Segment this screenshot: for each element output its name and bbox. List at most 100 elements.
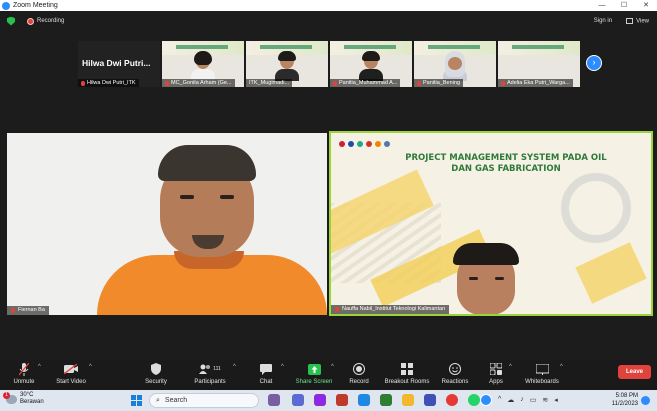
window-title: Zoom Meeting: [13, 2, 58, 9]
apps-label: Apps: [489, 379, 503, 385]
zoom-window: Zoom Meeting — ☐ ✕ Recording Sign in Vie…: [0, 0, 657, 411]
whiteboards-button[interactable]: Whiteboards: [522, 360, 562, 390]
video-off-icon: [64, 362, 78, 376]
participant-label: Adelia Eka Putri_Warga...: [498, 79, 573, 87]
close-button[interactable]: ✕: [635, 0, 657, 11]
video-name-label: Nauffa Nabil_Institut Teknologi Kalimant…: [331, 305, 450, 314]
share-options-caret[interactable]: ^: [331, 364, 334, 370]
maximize-button[interactable]: ☐: [613, 0, 635, 11]
microphone-icon[interactable]: ♪: [520, 396, 524, 404]
mic-muted-icon: [11, 308, 15, 313]
security-button[interactable]: Security: [142, 360, 170, 390]
reactions-button[interactable]: Reactions: [441, 360, 469, 390]
battery-icon[interactable]: ▭: [530, 396, 537, 404]
apps-button[interactable]: Apps: [486, 360, 506, 390]
participants-count: 111: [213, 366, 221, 372]
windows-taskbar: 1 30°C Berawan ⌕ Search ^ ☁ ♪ ▭ ≋ ◂ 5:08 …: [0, 390, 657, 411]
participant-name: Hilwa Dwi Putri_ITK: [87, 80, 136, 86]
unmute-options-caret[interactable]: ^: [38, 364, 41, 370]
participant-tile[interactable]: Panitia_Muhammad A...: [330, 41, 412, 87]
video-options-caret[interactable]: ^: [89, 364, 92, 370]
search-icon: ⌕: [156, 396, 160, 404]
file-explorer-icon[interactable]: [402, 394, 414, 406]
whiteboard-icon: [535, 362, 549, 376]
whiteboards-label: Whiteboards: [525, 379, 559, 385]
participant-tile[interactable]: MC_Gonita Arham (Ge...: [162, 41, 244, 87]
wifi-icon[interactable]: ≋: [542, 396, 548, 404]
volume-icon[interactable]: ◂: [554, 396, 558, 404]
widgets-app-icon[interactable]: [268, 394, 280, 406]
unmute-button[interactable]: Unmute: [10, 360, 38, 390]
main-video-right-active-speaker[interactable]: PROJECT MANAGEMENT SYSTEM PADA OIL DAN G…: [329, 131, 653, 316]
zoom-app-icon[interactable]: [480, 394, 492, 406]
app-icon[interactable]: [424, 394, 436, 406]
participant-label: Hilwa Dwi Putri_ITK: [78, 79, 139, 87]
participant-name: Panitia_Muhammad A...: [339, 80, 398, 86]
chat-options-caret[interactable]: ^: [281, 364, 284, 370]
participant-tile[interactable]: Adelia Eka Putri_Warga...: [498, 41, 580, 87]
participants-options-caret[interactable]: ^: [233, 364, 236, 370]
cloud-icon[interactable]: ☁: [507, 396, 514, 404]
view-grid-icon: [626, 17, 634, 24]
windows-start-icon[interactable]: [131, 395, 142, 406]
security-shield-icon[interactable]: [7, 16, 15, 26]
shield-icon: [151, 362, 161, 376]
participants-icon: 111: [199, 362, 221, 376]
leave-button[interactable]: Leave: [618, 365, 651, 379]
chat-bubble-icon: [260, 362, 272, 376]
notification-center-icon[interactable]: [641, 396, 650, 405]
edge-browser-icon[interactable]: [358, 394, 370, 406]
teams-app-icon[interactable]: [292, 394, 304, 406]
participant-name: ITK_Mugimadi...: [249, 80, 290, 86]
apps-options-caret[interactable]: ^: [509, 364, 512, 370]
chat-button[interactable]: Chat: [255, 360, 277, 390]
main-video-left[interactable]: Fiernan Ba: [7, 133, 327, 315]
weather-widget[interactable]: 1 30°C Berawan: [3, 391, 44, 406]
minimize-button[interactable]: —: [591, 0, 613, 11]
share-screen-button[interactable]: Share Screen: [294, 360, 334, 390]
app-icon[interactable]: [314, 394, 326, 406]
unmute-label: Unmute: [13, 379, 35, 385]
participant-name: MC_Gonita Arham (Ge...: [171, 80, 232, 86]
reactions-label: Reactions: [441, 379, 469, 385]
participant-tile[interactable]: Hilwa Dwi Putri... Hilwa Dwi Putri_ITK: [78, 41, 160, 87]
next-page-button[interactable]: ›: [586, 55, 602, 71]
notification-badge: 1: [3, 391, 10, 399]
record-button[interactable]: Record: [347, 360, 371, 390]
start-video-label: Start Video: [56, 379, 86, 385]
breakout-rooms-button[interactable]: Breakout Rooms: [383, 360, 431, 390]
whatsapp-icon[interactable]: [468, 394, 480, 406]
slide-title: PROJECT MANAGEMENT SYSTEM PADA OIL DAN G…: [391, 153, 621, 175]
participants-button[interactable]: 111 Participants: [190, 360, 230, 390]
slide-title-line-1: PROJECT MANAGEMENT SYSTEM PADA OIL: [405, 153, 607, 163]
participant-tile[interactable]: Panitia_Bening: [414, 41, 496, 87]
whiteboards-options-caret[interactable]: ^: [560, 364, 563, 370]
sign-in-link[interactable]: Sign in: [594, 18, 612, 24]
system-tray: ^ ☁ ♪ ▭ ≋ ◂: [498, 396, 558, 404]
participant-name: Fiernan Ba: [18, 307, 45, 313]
participant-video: [191, 51, 215, 81]
chrome-browser-icon[interactable]: [446, 394, 458, 406]
mic-muted-icon: [417, 80, 421, 86]
mic-muted-icon: [165, 80, 169, 86]
recording-icon: [27, 17, 34, 25]
participant-tile[interactable]: ITK_Mugimadi...: [246, 41, 328, 87]
cloud-icon: 1: [3, 391, 17, 404]
video-name-label: Fiernan Ba: [7, 306, 49, 315]
apps-icon: [490, 362, 502, 376]
participant-video: [443, 51, 467, 81]
participant-name: Panitia_Bening: [423, 80, 461, 86]
participant-video: [275, 51, 299, 81]
app-icon[interactable]: [336, 394, 348, 406]
view-button[interactable]: View: [626, 17, 649, 24]
search-placeholder: Search: [164, 397, 188, 404]
start-video-button[interactable]: Start Video: [53, 360, 89, 390]
chevron-up-icon[interactable]: ^: [498, 396, 501, 404]
taskbar-search-box[interactable]: ⌕ Search: [149, 393, 259, 408]
app-icon[interactable]: [380, 394, 392, 406]
presenter-video: [439, 243, 537, 314]
participant-name: Nauffa Nabil_Institut Teknologi Kalimant…: [342, 306, 446, 312]
share-screen-label: Share Screen: [295, 379, 333, 385]
record-label: Record: [349, 379, 369, 385]
taskbar-clock[interactable]: 5:08 PM 11/2/2023: [608, 392, 638, 408]
